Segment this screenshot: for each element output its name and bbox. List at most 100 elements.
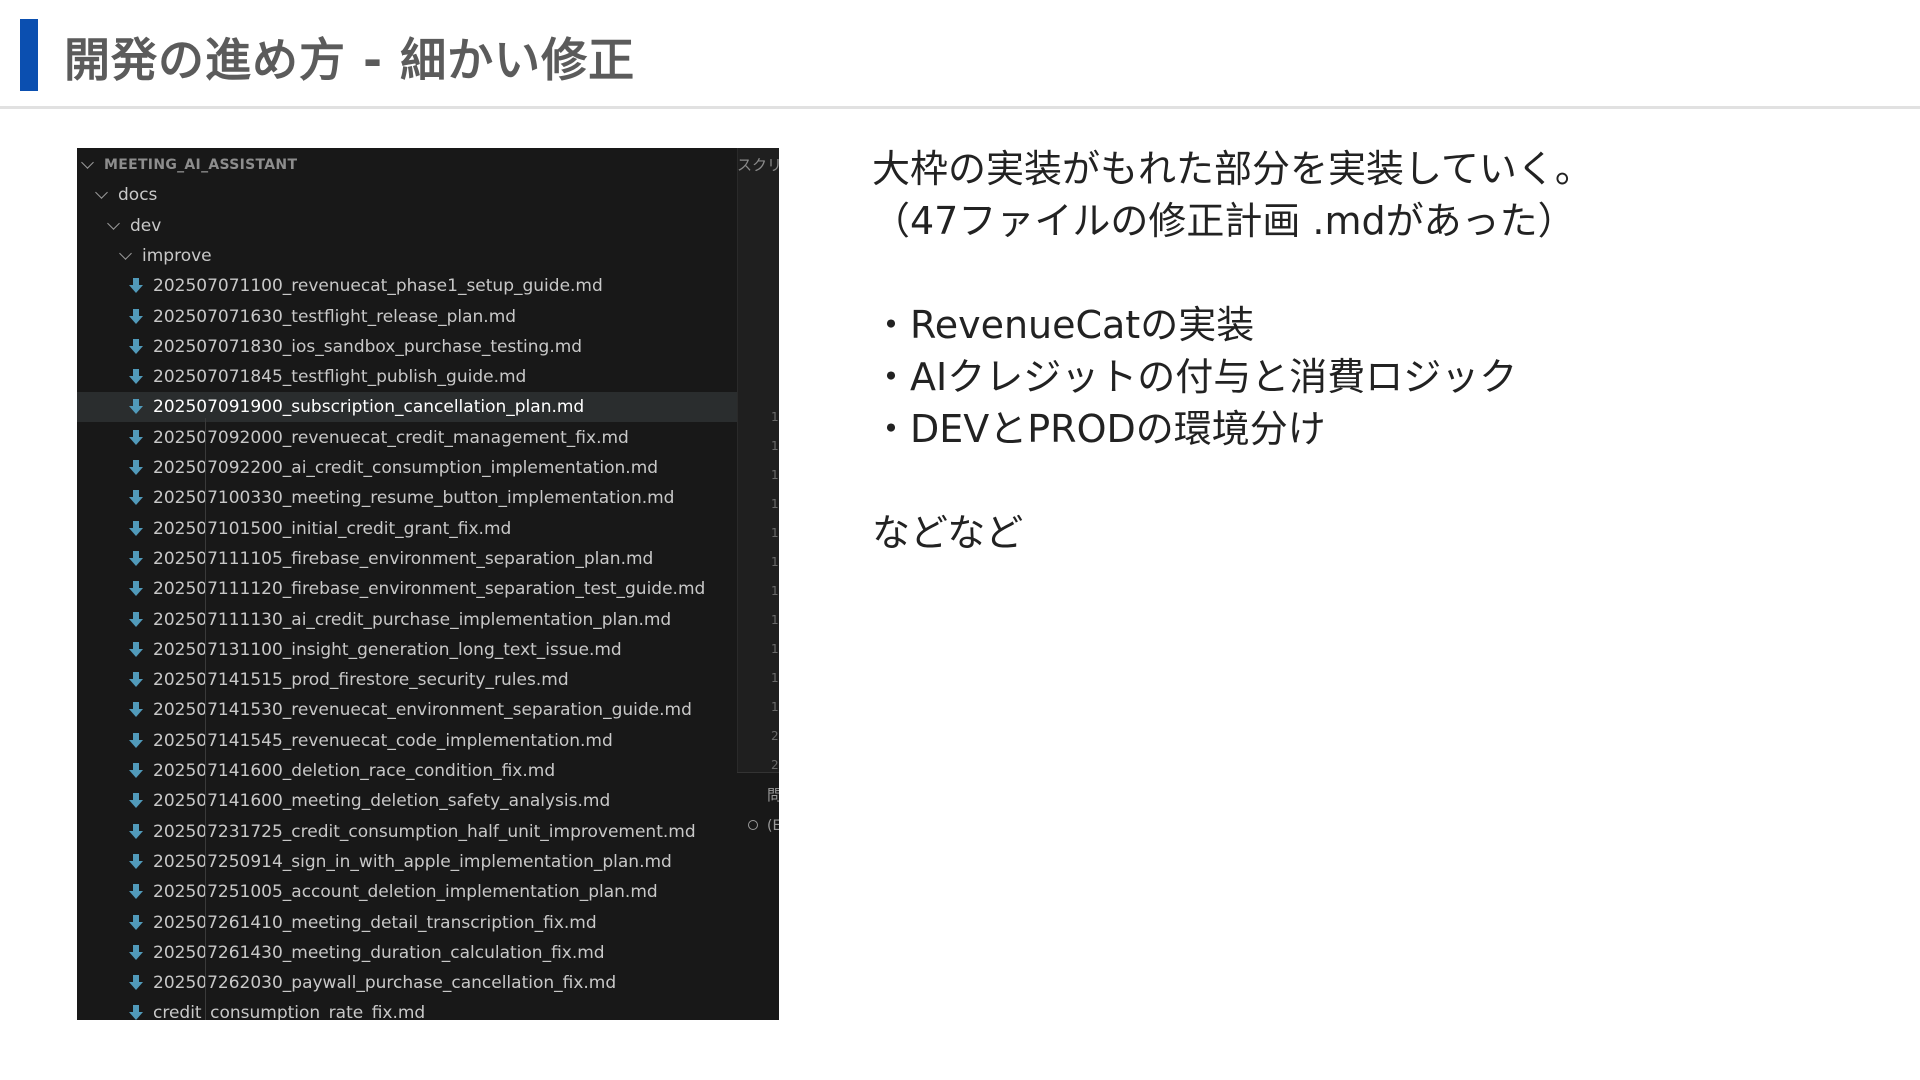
file-item[interactable]: 202507131100_insight_generation_long_tex… [77,635,779,665]
file-item[interactable]: 202507262030_paywall_purchase_cancellati… [77,968,779,998]
explorer-root[interactable]: MEETING_AI_ASSISTANT [77,150,743,180]
chevron-down-icon [107,216,120,230]
file-item[interactable]: 202507141600_meeting_deletion_safety_ana… [77,786,779,816]
file-name: credit_consumption_rate_fix.md [153,1003,426,1020]
body-line: などなど [872,511,1024,555]
file-item[interactable]: 202507071845_testflight_publish_guide.md [77,362,779,392]
file-name: 202507250914_sign_in_with_apple_implemen… [153,851,672,872]
side-panel-lower [737,772,779,1020]
markdown-file-icon [129,702,143,718]
file-name: 202507100330_meeting_resume_button_imple… [153,488,675,509]
line-number: 1 [771,497,779,511]
body-line: ・RevenueCatの実装 [872,303,1255,347]
file-item[interactable]: 202507071830_ios_sandbox_purchase_testin… [77,332,779,362]
folder-name: improve [142,245,212,266]
markdown-file-icon [129,581,143,597]
file-name: 202507141600_meeting_deletion_safety_ana… [153,791,611,812]
editor-screenshot: MEETING_AI_ASSISTANTdocs dev improve 202507… [77,148,779,1020]
chevron-down-icon [119,247,132,260]
markdown-file-icon [129,823,143,840]
file-item[interactable]: 202507251005_account_deletion_implementa… [77,877,779,907]
markdown-file-icon [129,611,143,628]
title-accent-bar [20,19,38,91]
file-item[interactable]: 202507111105_firebase_environment_separa… [77,544,779,574]
markdown-file-icon [129,308,143,325]
file-name: 202507111120_firebase_environment_separa… [153,579,706,600]
file-item[interactable]: 202507092200_ai_credit_consumption_imple… [77,453,779,483]
radio-icon[interactable] [748,820,758,830]
markdown-file-icon [129,399,143,415]
markdown-file-icon [129,338,143,355]
folder-dev[interactable]: dev [77,211,769,241]
file-name: 202507111130_ai_credit_purchase_implemen… [153,609,672,630]
file-item[interactable]: credit_consumption_rate_fix.md [77,998,779,1020]
markdown-file-icon [129,369,143,385]
folder-name: MEETING_AI_ASSISTANT [104,157,298,173]
problems-tab[interactable]: 問 [767,784,779,805]
body-line: （47ファイルの修正計画 .mdがあった） [872,199,1576,243]
file-item[interactable]: 202507100330_meeting_resume_button_imple… [77,483,779,513]
file-name: 202507071830_ios_sandbox_purchase_testin… [153,336,583,357]
line-number: 1 [771,671,779,685]
markdown-file-icon [129,460,143,476]
file-item[interactable]: 202507111120_firebase_environment_separa… [77,574,779,604]
body-line: 大枠の実装がもれた部分を実装していく。 [872,147,1593,191]
side-panel-item: (E [767,818,779,834]
file-name: 202507231725_credit_consumption_half_uni… [153,821,696,842]
file-name: 202507071630_testflight_release_plan.md [153,306,517,327]
file-name: 202507111105_firebase_environment_separa… [153,548,654,569]
file-name: 202507262030_paywall_purchase_cancellati… [153,973,617,994]
file-item[interactable]: 202507141530_revenuecat_environment_sepa… [77,695,779,725]
file-item[interactable]: 202507261430_meeting_duration_calculatio… [77,938,779,968]
file-item[interactable]: 202507141545_revenuecat_code_implementat… [77,726,779,756]
body-line: ・AIクレジットの付与と消費ロジック [872,355,1518,399]
file-name: 202507261410_meeting_detail_transcriptio… [153,912,597,933]
indent-guide [205,418,206,1020]
line-number: 1 [771,584,779,598]
file-name: 202507141530_revenuecat_environment_sepa… [153,700,692,721]
line-number: 1 [771,526,779,540]
chevron-down-icon [95,186,108,200]
line-number: 1 [771,613,779,627]
file-item[interactable]: 202507091900_subscription_cancellation_p… [77,392,779,423]
chevron-down-icon [81,156,94,169]
folder-docs[interactable]: docs [77,180,757,210]
markdown-file-icon [129,1005,143,1020]
folder-improve[interactable]: improve [77,241,779,271]
slide-header: 開発の進め方 - 細かい修正 [0,0,1920,109]
line-number: 1 [771,468,779,482]
folder-name: dev [130,215,162,236]
markdown-file-icon [129,550,143,567]
file-name: 202507141515_prod_firestore_security_rul… [153,670,569,691]
side-panel-label: スクリ [737,156,779,174]
file-name: 202507101500_initial_credit_grant_fix.md [153,518,512,539]
file-item[interactable]: 202507141515_prod_firestore_security_rul… [77,665,779,695]
markdown-file-icon [129,429,143,446]
folder-name: docs [118,185,158,206]
file-item[interactable]: 202507071100_revenuecat_phase1_setup_gui… [77,271,779,301]
line-number: 1 [771,410,779,424]
file-item[interactable]: 202507111130_ai_credit_purchase_implemen… [77,605,779,635]
line-number: 1 [771,700,779,714]
file-name: 202507071845_testflight_publish_guide.md [153,367,527,388]
markdown-file-icon [129,490,143,506]
file-item[interactable]: 202507071630_testflight_release_plan.md [77,302,779,332]
file-name: 202507251005_account_deletion_implementa… [153,882,658,903]
file-item[interactable]: 202507141600_deletion_race_condition_fix… [77,756,779,786]
file-name: 202507091900_subscription_cancellation_p… [153,397,585,418]
file-item[interactable]: 202507101500_initial_credit_grant_fix.md [77,514,779,544]
line-number: 2 [771,729,779,743]
markdown-file-icon [129,763,143,779]
markdown-file-icon [129,672,143,688]
file-item[interactable]: 202507250914_sign_in_with_apple_implemen… [77,847,779,877]
file-item[interactable]: 202507231725_credit_consumption_half_uni… [77,817,779,847]
file-item[interactable]: 202507092000_revenuecat_credit_managemen… [77,423,779,453]
markdown-file-icon [129,641,143,658]
file-name: 202507141545_revenuecat_code_implementat… [153,730,613,751]
file-name: 202507131100_insight_generation_long_tex… [153,639,622,660]
markdown-file-icon [129,884,143,900]
markdown-file-icon [129,793,143,809]
file-explorer: MEETING_AI_ASSISTANTdocs dev improve 202507… [77,148,779,1020]
file-item[interactable]: 202507261410_meeting_detail_transcriptio… [77,908,779,938]
